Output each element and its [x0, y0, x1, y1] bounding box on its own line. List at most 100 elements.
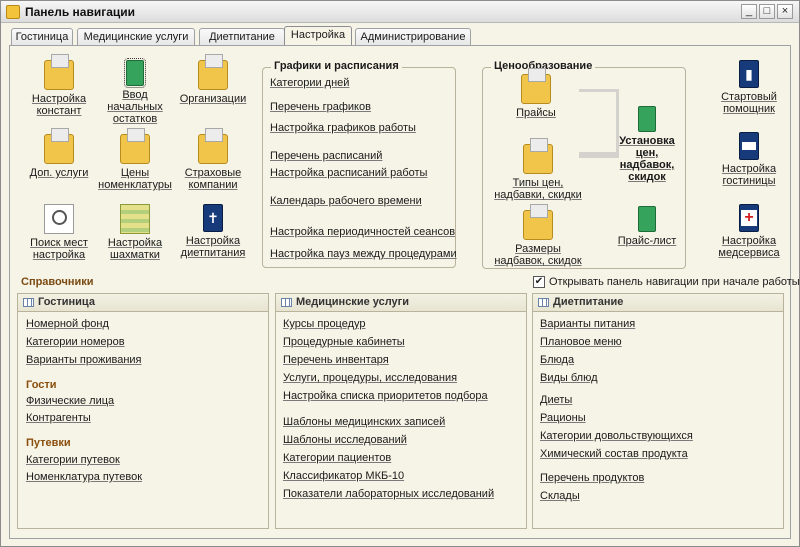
link-perechen-raspisanii[interactable]: Перечень расписаний	[270, 150, 382, 162]
label-line: Настройка	[721, 235, 777, 247]
link-pauzy[interactable]: Настройка пауз между процедурами	[270, 248, 457, 260]
link-nastroika-grafikov[interactable]: Настройка графиков работы	[270, 122, 416, 134]
link-diety[interactable]: Диеты	[540, 394, 572, 406]
link-raciony[interactable]: Рационы	[540, 412, 586, 424]
label-line: Типы цен,	[512, 177, 564, 189]
close-button[interactable]: ×	[777, 4, 793, 19]
link-kategorii-pacientov[interactable]: Категории пациентов	[283, 452, 391, 464]
medical-panel-title: Медицинские услуги	[296, 296, 410, 308]
icon-poisk-mest[interactable]: Поиск мест настройка	[22, 204, 96, 261]
icon-vvod-ostatkov[interactable]: Ввод начальных остатков	[98, 58, 172, 125]
guests-subtitle: Гости	[26, 379, 57, 391]
chessboard-grid-icon	[120, 204, 150, 234]
link-vidy-blyud[interactable]: Виды блюд	[540, 372, 598, 384]
link-laboratornye-pokazateli[interactable]: Показатели лабораторных исследований	[283, 488, 494, 500]
icon-nastroika-konstant[interactable]: Настройка констант	[22, 54, 96, 117]
label-line: Прайс-лист	[617, 235, 677, 247]
tab-administration[interactable]: Администрирование	[355, 28, 471, 46]
label-line: Ввод	[122, 89, 148, 101]
icon-nastroika-gostinicy[interactable]: Настройка гостиницы	[712, 132, 786, 187]
label-line: Размеры	[515, 243, 561, 255]
open-on-start-checkbox[interactable]: ✔	[533, 276, 545, 288]
label-line: скидок	[628, 171, 666, 183]
icon-ustanovka-cen[interactable]: Установка цен, надбавок, скидок	[609, 106, 685, 183]
link-planovoe-menyu[interactable]: Плановое меню	[540, 336, 622, 348]
link-kategorii-dnei[interactable]: Категории дней	[270, 77, 349, 89]
magnifier-icon	[44, 204, 74, 234]
minimize-button[interactable]: _	[741, 4, 757, 19]
green-book-icon	[638, 106, 656, 132]
tab-settings[interactable]: Настройка	[284, 26, 352, 47]
folder-prices-list-icon	[521, 68, 551, 104]
link-nastroika-raspisanii[interactable]: Настройка расписаний работы	[270, 167, 427, 179]
table-icon	[281, 298, 292, 307]
icon-organizacii[interactable]: Организации	[176, 54, 250, 105]
link-kontragenty[interactable]: Контрагенты	[26, 412, 91, 424]
hotel-panel-header: Гостиница	[18, 294, 268, 312]
tab-diet[interactable]: Диетпитание	[199, 28, 285, 46]
link-nomernoi-fond[interactable]: Номерной фонд	[26, 318, 109, 330]
link-uslugi-procedury[interactable]: Услуги, процедуры, исследования	[283, 372, 457, 384]
link-kategorii-nomerov[interactable]: Категории номеров	[26, 336, 125, 348]
navigation-panel-window: Панель навигации _ □ × Гостиница Медицин…	[0, 0, 800, 547]
icon-dop-uslugi[interactable]: Доп. услуги	[22, 128, 96, 179]
link-procedurnye-kabinety[interactable]: Процедурные кабинеты	[283, 336, 405, 348]
link-himicheskii-sostav[interactable]: Химический состав продукта	[540, 448, 688, 460]
icon-nastroika-medservisa[interactable]: Настройка медсервиса	[712, 204, 786, 259]
link-shablony-med-zapisei[interactable]: Шаблоны медицинских записей	[283, 416, 445, 428]
folder-prices-icon	[120, 128, 150, 164]
tab-gostinica[interactable]: Гостиница	[11, 28, 73, 46]
label-line: компании	[188, 179, 238, 191]
link-shablony-issledovanii[interactable]: Шаблоны исследований	[283, 434, 407, 446]
medical-cross-icon	[739, 204, 759, 232]
link-varianty-prozhivaniya[interactable]: Варианты проживания	[26, 354, 142, 366]
icon-tipy-cen[interactable]: Типы цен, надбавки, скидки	[493, 138, 583, 201]
link-periodichnosti[interactable]: Настройка периодичностей сеансов	[270, 226, 455, 238]
icon-praisy[interactable]: Прайсы	[499, 68, 573, 119]
label-line: Настройка	[31, 93, 87, 105]
table-icon	[23, 298, 34, 307]
link-blyuda[interactable]: Блюда	[540, 354, 574, 366]
label-line: констант	[36, 105, 82, 117]
label-line: Прайсы	[516, 107, 556, 119]
hotel-directory-panel: Гостиница Номерной фонд Категории номеро…	[17, 293, 269, 529]
link-kategorii-putevok[interactable]: Категории путевок	[26, 454, 120, 466]
link-kalendar[interactable]: Календарь рабочего времени	[270, 195, 422, 207]
icon-ceny-nomenklatury[interactable]: Цены номенклатуры	[98, 128, 172, 191]
label-line: настройка	[32, 249, 86, 261]
open-on-start-label: Открывать панель навигации при начале ра…	[549, 276, 800, 288]
maximize-button[interactable]: □	[759, 4, 775, 19]
label-line: медсервиса	[718, 247, 780, 259]
label-line: цен,	[635, 147, 659, 159]
link-spisok-prioritetov[interactable]: Настройка списка приоритетов подбора	[283, 390, 488, 402]
directories-title: Справочники	[21, 276, 94, 288]
link-varianty-pitaniya[interactable]: Варианты питания	[540, 318, 635, 330]
link-sklady[interactable]: Склады	[540, 490, 580, 502]
icon-prais-list[interactable]: Прайс-лист	[609, 206, 685, 247]
link-perechen-inventarya[interactable]: Перечень инвентаря	[283, 354, 389, 366]
link-perechen-grafikov[interactable]: Перечень графиков	[270, 101, 371, 113]
label-line: Организации	[179, 93, 247, 105]
diet-panel-title: Диетпитание	[553, 296, 624, 308]
icon-nastroika-dietpitaniya[interactable]: ✝ Настройка диетпитания	[176, 204, 250, 259]
vouchers-subtitle: Путевки	[26, 437, 71, 449]
icon-strahovye-kompanii[interactable]: Страховые компании	[176, 128, 250, 191]
icon-startovyi-pomoshnik[interactable]: ▮ Стартовый помощник	[712, 60, 786, 115]
label-line: Поиск мест	[30, 237, 88, 249]
link-kategorii-dovolstvuyushihsya[interactable]: Категории довольствующихся	[540, 430, 693, 442]
link-nomenklatura-putevok[interactable]: Номенклатура путевок	[26, 471, 142, 483]
diet-panel-header: Диетпитание	[533, 294, 783, 312]
label-line: Страховые	[184, 167, 242, 179]
link-kursy-procedur[interactable]: Курсы процедур	[283, 318, 366, 330]
icon-nastroika-shahmatki[interactable]: Настройка шахматки	[98, 204, 172, 261]
link-mkb-10[interactable]: Классификатор МКБ-10	[283, 470, 404, 482]
tab-medical-services[interactable]: Медицинские услуги	[77, 28, 195, 46]
icon-razmery-nadbavok[interactable]: Размеры надбавок, скидок	[493, 204, 583, 267]
label-line: надбавок,	[619, 159, 675, 171]
label-line: надбавки, скидки	[494, 189, 582, 201]
hotel-panel-title: Гостиница	[38, 296, 95, 308]
link-fizicheskie-lica[interactable]: Физические лица	[26, 395, 114, 407]
label-line: Настройка	[107, 237, 163, 249]
link-perechen-produktov[interactable]: Перечень продуктов	[540, 472, 644, 484]
window-title: Панель навигации	[25, 5, 136, 19]
